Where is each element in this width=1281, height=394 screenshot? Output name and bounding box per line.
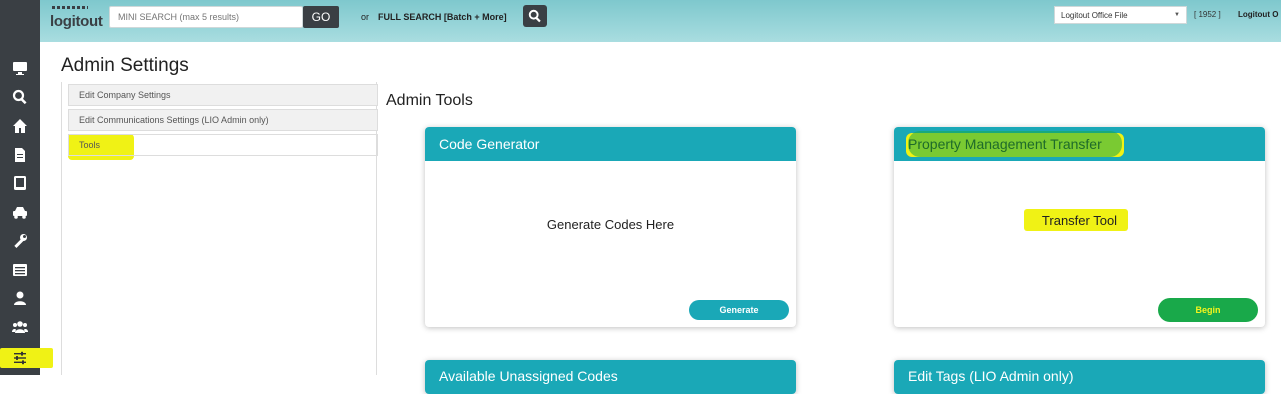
search-icon[interactable]	[12, 89, 28, 105]
settings-menu: Edit Company Settings Edit Communication…	[61, 82, 378, 375]
home-icon[interactable]	[12, 118, 28, 134]
sliders-icon[interactable]	[12, 350, 28, 366]
card-text: Generate Codes Here	[546, 217, 675, 232]
tablet-icon[interactable]	[12, 175, 28, 191]
begin-button[interactable]: Begin	[1158, 300, 1258, 320]
code-generator-card: Code Generator Generate Codes Here Gener…	[425, 127, 796, 327]
document-icon[interactable]	[12, 147, 28, 163]
menu-item-label: Edit Communications Settings (LIO Admin …	[79, 115, 269, 125]
menu-item-edit-communications-settings[interactable]: Edit Communications Settings (LIO Admin …	[68, 109, 378, 131]
generate-button[interactable]: Generate	[689, 300, 789, 320]
users-icon[interactable]	[12, 319, 28, 335]
card-text: Transfer Tool	[1041, 213, 1118, 228]
menu-item-edit-company-settings[interactable]: Edit Company Settings	[68, 84, 378, 106]
top-header: logitout GO or FULL SEARCH [Batch + More…	[40, 0, 1281, 42]
menu-item-label: Edit Company Settings	[79, 90, 171, 100]
car-icon[interactable]	[12, 204, 28, 220]
or-label: or	[361, 12, 370, 22]
office-file-select[interactable]: Logitout Office File ▼	[1054, 6, 1187, 24]
card-header: Property Management Transfer	[894, 127, 1265, 161]
go-button[interactable]: GO	[303, 6, 339, 28]
card-title: Code Generator	[425, 127, 796, 161]
list-icon[interactable]	[12, 262, 28, 278]
card-title: Edit Tags (LIO Admin only)	[894, 360, 1265, 394]
full-search-link[interactable]: FULL SEARCH [Batch + More]	[378, 12, 507, 22]
user-name[interactable]: Logitout O	[1238, 10, 1278, 19]
logo-text: logitout	[50, 13, 103, 30]
full-search-button[interactable]	[523, 5, 547, 27]
edit-tags-card: Edit Tags (LIO Admin only)	[894, 360, 1265, 394]
page-title: Admin Settings	[61, 55, 189, 76]
search-icon	[528, 9, 541, 23]
card-title: Property Management Transfer	[908, 136, 1102, 152]
left-nav-rail	[0, 0, 53, 375]
logo[interactable]: logitout	[50, 6, 106, 34]
monitor-icon[interactable]	[12, 60, 28, 76]
menu-item-tools[interactable]: Tools	[68, 134, 378, 156]
chevron-down-icon: ▼	[1174, 12, 1180, 18]
menu-item-label: Tools	[79, 140, 101, 150]
wrench-icon[interactable]	[12, 233, 28, 249]
card-title: Available Unassigned Codes	[425, 360, 796, 394]
admin-tools-title: Admin Tools	[386, 92, 473, 109]
user-icon[interactable]	[12, 290, 28, 306]
mini-search-input[interactable]	[109, 6, 303, 28]
office-select-value: Logitout Office File	[1061, 10, 1128, 20]
available-unassigned-codes-card: Available Unassigned Codes	[425, 360, 796, 394]
user-id: [ 1952 ]	[1194, 10, 1221, 19]
property-management-transfer-card: Property Management Transfer Transfer To…	[894, 127, 1265, 327]
logo-bar	[52, 6, 88, 9]
